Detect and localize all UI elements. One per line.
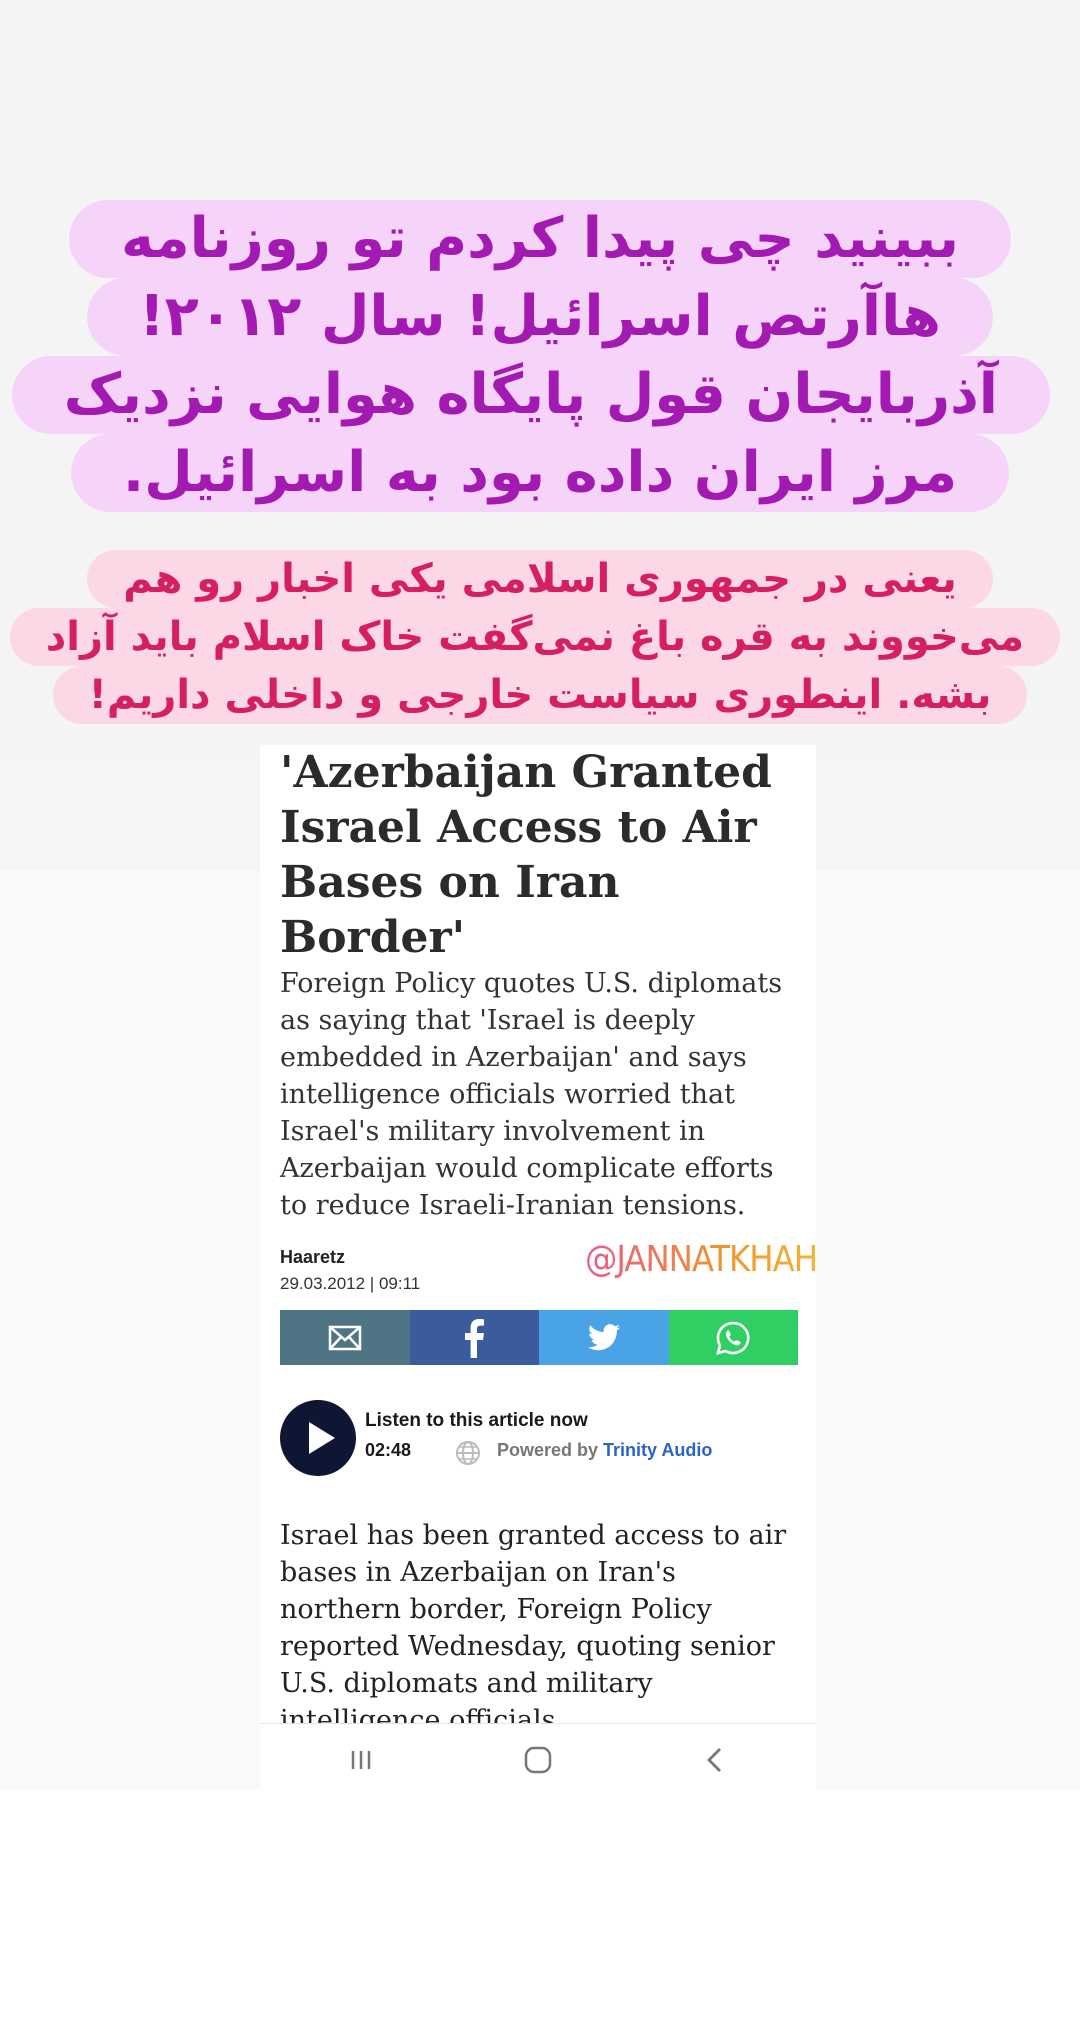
share-bar xyxy=(280,1310,798,1365)
play-icon xyxy=(309,1422,335,1454)
back-icon[interactable] xyxy=(685,1742,745,1778)
article-body: Israel has been granted access to air ba… xyxy=(280,1520,787,1727)
overlay-line: می‌خووند به قره باغ نمی‌گفت خاک اسلام با… xyxy=(9,608,1060,666)
overlay-line: هاآرتص اسرائیل! سال ۲۰۱۲! xyxy=(87,278,993,356)
share-whatsapp-button[interactable] xyxy=(668,1310,798,1365)
article-date: 29.03.2012 | 09:11 xyxy=(280,1274,421,1293)
globe-icon xyxy=(456,1441,480,1465)
article-screenshot: 'Azerbaijan Granted Israel Access to Air… xyxy=(260,745,816,1795)
powered-by: Powered by Trinity Audio xyxy=(497,1440,712,1461)
overlay-line: بشه. اینطوری سیاست خارجی و داخلی داریم! xyxy=(52,666,1028,724)
home-icon[interactable] xyxy=(508,1742,568,1778)
persian-title-overlay: ببینید چی پیدا کردم تو روزنامه هاآرتص اس… xyxy=(11,200,1050,512)
powered-by-label: Powered by xyxy=(497,1440,599,1460)
persian-comment-overlay: یعنی در جمهوری اسلامی یکی اخبار رو هم می… xyxy=(9,550,1060,724)
whatsapp-icon xyxy=(716,1321,750,1355)
audio-title: Listen to this article now xyxy=(365,1410,588,1431)
watermark: @JANNATKHAH.IR xyxy=(585,1225,816,1295)
watermark-text: @JANNATKHAH.IR xyxy=(585,1239,816,1280)
twitter-icon xyxy=(587,1323,620,1350)
overlay-line: یعنی در جمهوری اسلامی یکی اخبار رو هم xyxy=(87,550,993,608)
facebook-icon xyxy=(465,1318,485,1358)
article-source[interactable]: Haaretz xyxy=(280,1247,345,1268)
share-twitter-button[interactable] xyxy=(539,1310,669,1365)
audio-player: Listen to this article now 02:48 Powered… xyxy=(280,1400,800,1480)
overlay-line: آذربایجان قول پایگاه هوایی نزدیک xyxy=(11,356,1050,434)
play-button[interactable] xyxy=(280,1400,356,1476)
overlay-line: مرز ایران داده بود به اسرائیل. xyxy=(70,434,1010,512)
trinity-audio-link[interactable]: Trinity Audio xyxy=(603,1440,712,1460)
article-headline: 'Azerbaijan Granted Israel Access to Air… xyxy=(280,747,772,963)
share-email-button[interactable] xyxy=(280,1310,410,1365)
recents-icon[interactable] xyxy=(331,1742,391,1778)
email-icon xyxy=(328,1325,361,1350)
audio-duration: 02:48 xyxy=(365,1440,412,1460)
android-nav-bar xyxy=(260,1723,816,1796)
article-summary: Foreign Policy quotes U.S. diplomats as … xyxy=(280,968,783,1221)
overlay-line: ببینید چی پیدا کردم تو روزنامه xyxy=(68,200,1012,278)
share-facebook-button[interactable] xyxy=(409,1310,539,1365)
